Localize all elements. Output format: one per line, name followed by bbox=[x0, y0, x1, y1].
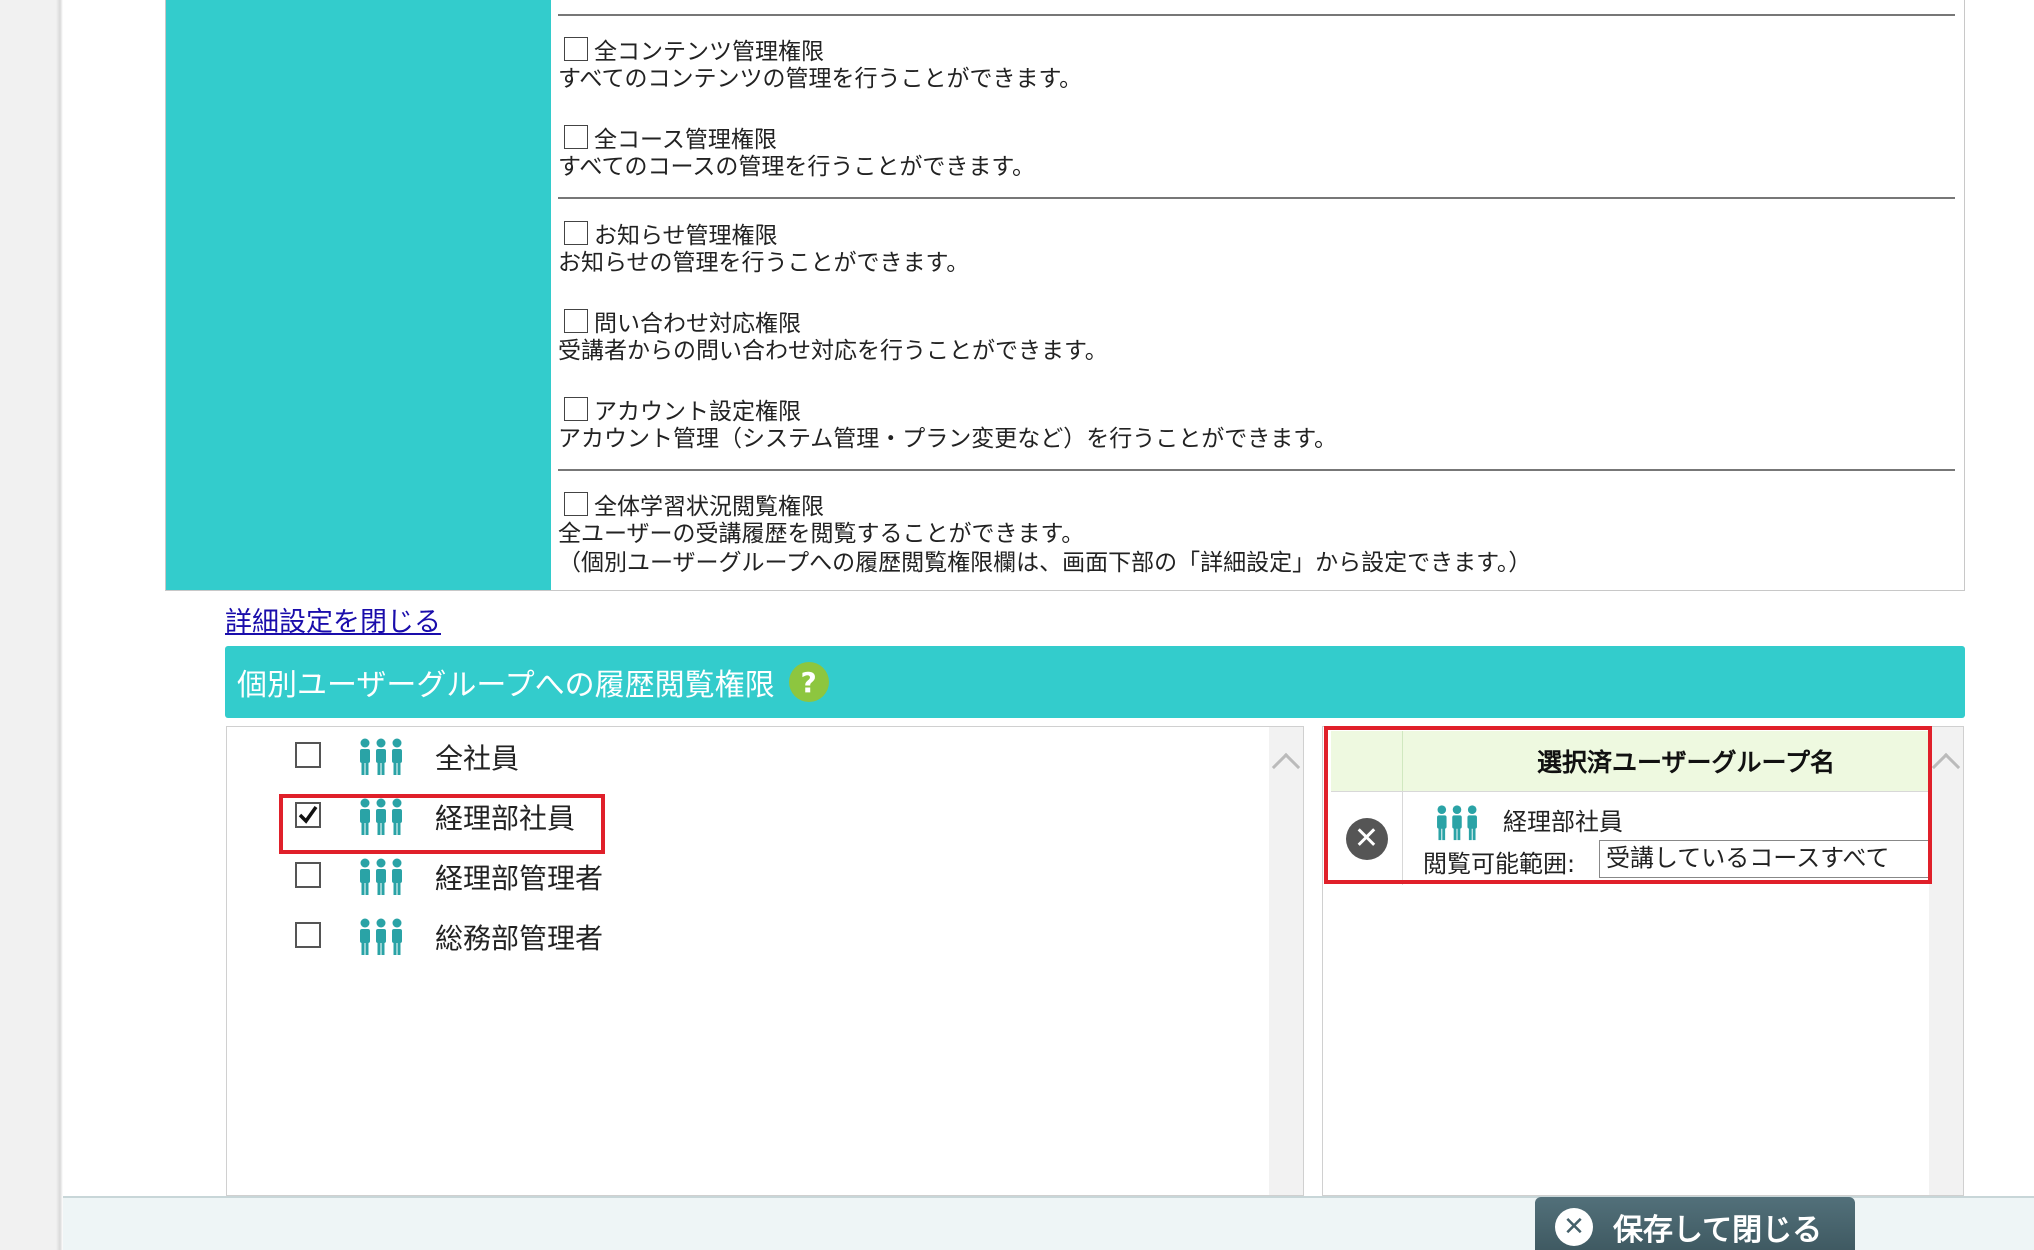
group-checkbox[interactable] bbox=[295, 922, 321, 948]
permission-checkbox[interactable] bbox=[564, 125, 588, 149]
permission-title: アカウント設定権限 bbox=[594, 399, 801, 425]
selected-scrollbar[interactable] bbox=[1929, 727, 1963, 1195]
permission-checkbox[interactable] bbox=[564, 309, 588, 333]
permission-item: お知らせ管理権限 お知らせの管理を行うことができます。 bbox=[558, 217, 1953, 278]
permission-note: （個別ユーザーグループへの履歴閲覧権限欄は、画面下部の「詳細設定」から設定できま… bbox=[558, 550, 1532, 576]
permission-description: お知らせの管理を行うことができます。 bbox=[558, 250, 970, 276]
permission-title: 問い合わせ対応権限 bbox=[594, 311, 801, 337]
permission-item: 全コース管理権限 すべてのコースの管理を行うことができます。 bbox=[558, 121, 1953, 182]
chevron-up-icon[interactable] bbox=[1271, 752, 1301, 782]
permission-description: すべてのコンテンツの管理を行うことができます。 bbox=[558, 66, 1083, 92]
group-icon bbox=[357, 857, 405, 901]
section-title: 個別ユーザーグループへの履歴閲覧権限 bbox=[237, 668, 775, 703]
close-detail-settings-link[interactable]: 詳細設定を閉じる bbox=[225, 600, 441, 639]
permission-checkbox[interactable] bbox=[564, 492, 588, 516]
permission-checkbox[interactable] bbox=[564, 37, 588, 61]
permission-checkbox[interactable] bbox=[564, 397, 588, 421]
list-item[interactable]: 経理部管理者 bbox=[227, 847, 1267, 905]
permission-title: 全コンテンツ管理権限 bbox=[594, 39, 824, 65]
group-icon bbox=[357, 917, 405, 961]
group-label: 総務部管理者 bbox=[435, 922, 604, 955]
permissions-label-column bbox=[166, 0, 551, 590]
permission-item: 全体学習状況閲覧権限 全ユーザーの受講履歴を閲覧することができます。 （個別ユー… bbox=[558, 488, 1953, 578]
permission-item: 全コンテンツ管理権限 すべてのコンテンツの管理を行うことができます。 bbox=[558, 33, 1953, 94]
group-label: 経理部管理者 bbox=[435, 862, 604, 895]
permission-description: すべてのコースの管理を行うことができます。 bbox=[558, 154, 1036, 180]
permissions-content: 全コンテンツ管理権限 すべてのコンテンツの管理を行うことができます。 全コース管… bbox=[558, 0, 1958, 590]
permissions-table: 全コンテンツ管理権限 すべてのコンテンツの管理を行うことができます。 全コース管… bbox=[165, 0, 1965, 591]
help-icon[interactable]: ? bbox=[788, 662, 829, 702]
group-icon bbox=[357, 737, 405, 781]
list-item[interactable]: 総務部管理者 bbox=[227, 907, 1267, 965]
divider bbox=[558, 197, 1955, 199]
permission-checkbox[interactable] bbox=[564, 221, 588, 245]
list-scrollbar[interactable] bbox=[1269, 727, 1303, 1195]
close-circle-icon: ✕ bbox=[1555, 1208, 1593, 1246]
group-label: 全社員 bbox=[435, 742, 520, 775]
highlight-box bbox=[279, 794, 605, 854]
permission-item: 問い合わせ対応権限 受講者からの問い合わせ対応を行うことができます。 bbox=[558, 305, 1953, 366]
permission-item: アカウント設定権限 アカウント管理（システム管理・プラン変更など）を行うことがで… bbox=[558, 393, 1953, 454]
permission-description: 全ユーザーの受講履歴を閲覧することができます。 bbox=[558, 521, 1085, 547]
permission-title: お知らせ管理権限 bbox=[594, 223, 778, 249]
page-left-shadow bbox=[0, 0, 63, 1250]
list-item[interactable]: 全社員 bbox=[227, 727, 1267, 785]
save-and-close-label: 保存して閉じる bbox=[1613, 1213, 1823, 1248]
divider bbox=[558, 469, 1955, 471]
permission-title: 全体学習状況閲覧権限 bbox=[594, 494, 824, 520]
divider bbox=[558, 14, 1955, 16]
history-permission-header: 個別ユーザーグループへの履歴閲覧権限 ? bbox=[225, 646, 1965, 718]
group-checkbox[interactable] bbox=[295, 862, 321, 888]
permission-description: アカウント管理（システム管理・プラン変更など）を行うことができます。 bbox=[558, 426, 1338, 452]
highlight-box bbox=[1324, 726, 1932, 884]
permission-description: 受講者からの問い合わせ対応を行うことができます。 bbox=[558, 338, 1108, 364]
save-and-close-button[interactable]: ✕ 保存して閉じる bbox=[1535, 1197, 1855, 1250]
group-checkbox[interactable] bbox=[295, 742, 321, 768]
chevron-up-icon[interactable] bbox=[1931, 752, 1961, 782]
permission-title: 全コース管理権限 bbox=[594, 127, 777, 153]
